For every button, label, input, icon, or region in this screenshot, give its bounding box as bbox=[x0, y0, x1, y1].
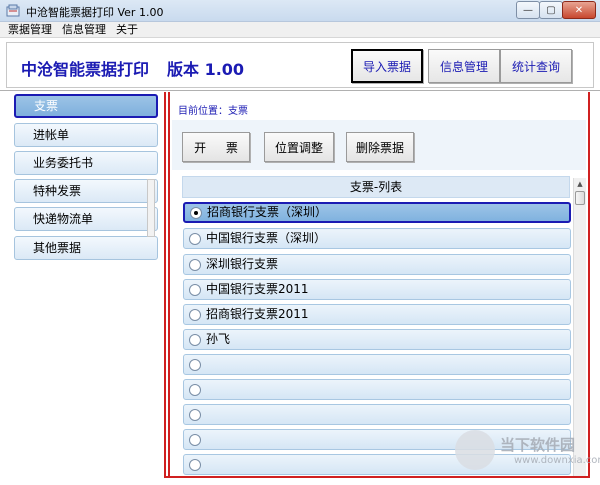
list-item[interactable] bbox=[183, 379, 571, 400]
radio-icon[interactable] bbox=[189, 409, 201, 421]
menu-info-management[interactable]: 信息管理 bbox=[62, 22, 106, 37]
list-item-label: 中国银行支票2011 bbox=[206, 282, 309, 296]
title-bar: 中沧智能票据打印 Ver 1.00 — ▢ ✕ bbox=[0, 0, 600, 22]
close-button[interactable]: ✕ bbox=[562, 1, 596, 19]
list-item-label: 中国银行支票（深圳） bbox=[206, 231, 327, 245]
info-management-button[interactable]: 信息管理 bbox=[428, 49, 500, 83]
radio-selected-icon[interactable] bbox=[190, 207, 202, 219]
statistics-query-button[interactable]: 统计查询 bbox=[500, 49, 572, 83]
panel-border-bottom bbox=[164, 476, 590, 478]
breadcrumb: 目前位置：支票 bbox=[178, 102, 248, 117]
list-item[interactable]: 中国银行支票2011 bbox=[183, 279, 571, 300]
radio-icon[interactable] bbox=[189, 359, 201, 371]
app-header: 中沧智能票据打印 版本 1.00 导入票据 信息管理 统计查询 bbox=[6, 42, 594, 88]
menu-about[interactable]: 关于 bbox=[116, 22, 138, 37]
panel-border-left bbox=[164, 92, 166, 478]
sidebar: 支票 进帐单 业务委托书 特种发票 快递物流单 其他票据 bbox=[6, 92, 162, 480]
radio-icon[interactable] bbox=[189, 434, 201, 446]
app-icon bbox=[6, 4, 20, 17]
list-header: 支票-列表 bbox=[182, 176, 570, 198]
scroll-up-icon[interactable]: ▲ bbox=[574, 178, 586, 190]
window-title: 中沧智能票据打印 Ver 1.00 bbox=[26, 6, 164, 19]
radio-icon[interactable] bbox=[189, 309, 201, 321]
sidebar-item-deposit-slip[interactable]: 进帐单 bbox=[14, 123, 158, 147]
radio-icon[interactable] bbox=[189, 233, 201, 245]
list-item-label: 招商银行支票（深圳） bbox=[207, 205, 328, 219]
radio-icon[interactable] bbox=[189, 259, 201, 271]
breadcrumb-prefix: 目前位置： bbox=[178, 106, 228, 117]
sidebar-item-special-invoice[interactable]: 特种发票 bbox=[14, 179, 158, 203]
sidebar-item-business-entrust[interactable]: 业务委托书 bbox=[14, 151, 158, 175]
import-tickets-button[interactable]: 导入票据 bbox=[351, 49, 423, 83]
list-item-label: 招商银行支票2011 bbox=[206, 307, 309, 321]
panel-border-right bbox=[588, 92, 590, 478]
list-item[interactable] bbox=[183, 454, 571, 475]
app-version: 版本 1.00 bbox=[167, 60, 245, 79]
issue-ticket-button[interactable]: 开 票 bbox=[182, 132, 250, 162]
list-item[interactable]: 招商银行支票2011 bbox=[183, 304, 571, 325]
delete-ticket-button[interactable]: 删除票据 bbox=[346, 132, 414, 162]
watermark-logo bbox=[455, 430, 495, 470]
menu-bar: 票据管理 信息管理 关于 bbox=[0, 22, 600, 38]
radio-icon[interactable] bbox=[189, 284, 201, 296]
sidebar-item-express-waybill[interactable]: 快递物流单 bbox=[14, 207, 158, 231]
list-item-label: 孙飞 bbox=[206, 332, 231, 346]
minimize-button[interactable]: — bbox=[516, 1, 540, 19]
radio-icon[interactable] bbox=[189, 384, 201, 396]
list-item[interactable]: 深圳银行支票 bbox=[183, 254, 571, 275]
list-item[interactable]: 招商银行支票（深圳） bbox=[183, 202, 571, 223]
list-item[interactable]: 孙飞 bbox=[183, 329, 571, 350]
header-divider bbox=[0, 90, 600, 91]
watermark-url: www.downxia.com bbox=[514, 455, 600, 466]
radio-icon[interactable] bbox=[189, 459, 201, 471]
menu-ticket-management[interactable]: 票据管理 bbox=[8, 22, 52, 37]
list-scrollbar[interactable]: ▲ bbox=[573, 178, 586, 476]
list-item[interactable] bbox=[183, 354, 571, 375]
watermark-text: 当下软件园 bbox=[500, 436, 576, 454]
sidebar-item-other-tickets[interactable]: 其他票据 bbox=[14, 236, 158, 260]
breadcrumb-current: 支票 bbox=[228, 106, 248, 117]
panel-border-inner bbox=[168, 92, 170, 478]
list-item[interactable] bbox=[183, 404, 571, 425]
sidebar-item-cheque[interactable]: 支票 bbox=[14, 94, 158, 118]
app-title: 中沧智能票据打印 bbox=[21, 60, 150, 79]
radio-icon[interactable] bbox=[189, 334, 201, 346]
list-item-label: 深圳银行支票 bbox=[206, 257, 279, 271]
position-adjust-button[interactable]: 位置调整 bbox=[264, 132, 334, 162]
scroll-thumb[interactable] bbox=[575, 191, 585, 205]
maximize-button[interactable]: ▢ bbox=[539, 1, 563, 19]
list-item[interactable]: 中国银行支票（深圳） bbox=[183, 228, 571, 249]
sidebar-scrollbar[interactable] bbox=[147, 179, 155, 237]
